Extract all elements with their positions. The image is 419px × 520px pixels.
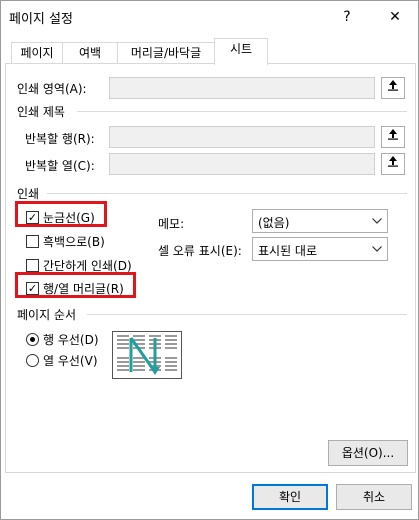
- black-white-label: 흑백으로(B): [43, 235, 105, 249]
- chevron-down-icon: [367, 210, 387, 232]
- print-titles-heading: 인쇄 제목: [17, 105, 65, 119]
- over-then-down-label: 열 우선(V): [43, 354, 98, 368]
- options-button[interactable]: 옵션(O)...: [328, 440, 408, 466]
- group-divider: [87, 314, 407, 315]
- down-then-over-radio[interactable]: [26, 333, 39, 346]
- title-bar: 페이지 설정 ? ✕: [1, 1, 419, 33]
- tab-header-footer[interactable]: 머리글/바닥글: [117, 42, 215, 64]
- rows-to-repeat-label: 반복할 행(R):: [25, 132, 95, 146]
- highlight-box: [15, 201, 107, 227]
- comments-label: 메모:: [158, 217, 185, 231]
- tab-sheet[interactable]: 시트: [214, 38, 268, 65]
- tab-margins[interactable]: 여백: [62, 42, 118, 64]
- help-button[interactable]: ?: [337, 7, 357, 27]
- cell-errors-select[interactable]: 표시된 대로: [252, 237, 388, 261]
- page-order-heading: 페이지 순서: [17, 308, 77, 322]
- rows-to-repeat-input[interactable]: [109, 126, 375, 148]
- cancel-button[interactable]: 취소: [336, 484, 412, 510]
- down-then-over-label: 행 우선(D): [43, 333, 99, 347]
- page-setup-dialog: 페이지 설정 ? ✕ 페이지 여백 머리글/바닥글 시트 인쇄 영역(A): 인…: [0, 0, 419, 520]
- collapse-dialog-icon: [387, 156, 399, 171]
- cell-errors-label: 셀 오류 표시(E):: [158, 244, 242, 258]
- ok-button[interactable]: 확인: [252, 484, 328, 510]
- print-area-input[interactable]: [109, 77, 375, 99]
- chevron-down-icon: [367, 238, 387, 260]
- collapse-dialog-icon: [387, 129, 399, 144]
- cell-errors-value: 표시된 대로: [258, 244, 318, 258]
- print-area-collapse-button[interactable]: [381, 77, 405, 99]
- group-divider: [47, 193, 407, 194]
- print-area-label: 인쇄 영역(A):: [17, 82, 87, 96]
- rows-collapse-button[interactable]: [381, 126, 405, 148]
- group-divider: [77, 111, 407, 112]
- page-order-preview: [112, 331, 182, 379]
- close-button[interactable]: ✕: [385, 7, 405, 27]
- over-then-down-radio[interactable]: [26, 354, 39, 367]
- black-white-checkbox[interactable]: [26, 235, 39, 248]
- cols-to-repeat-label: 반복할 열(C):: [25, 159, 95, 173]
- comments-value: (없음): [258, 216, 290, 230]
- cols-to-repeat-input[interactable]: [109, 153, 375, 175]
- collapse-dialog-icon: [387, 80, 399, 95]
- highlight-box: [15, 272, 136, 298]
- comments-select[interactable]: (없음): [252, 209, 388, 233]
- tab-page[interactable]: 페이지: [11, 42, 63, 64]
- cols-collapse-button[interactable]: [381, 153, 405, 175]
- draft-quality-checkbox[interactable]: [26, 259, 39, 272]
- page-order-diagram-icon: [117, 335, 177, 375]
- dialog-title: 페이지 설정: [9, 12, 73, 27]
- print-heading: 인쇄: [17, 187, 40, 201]
